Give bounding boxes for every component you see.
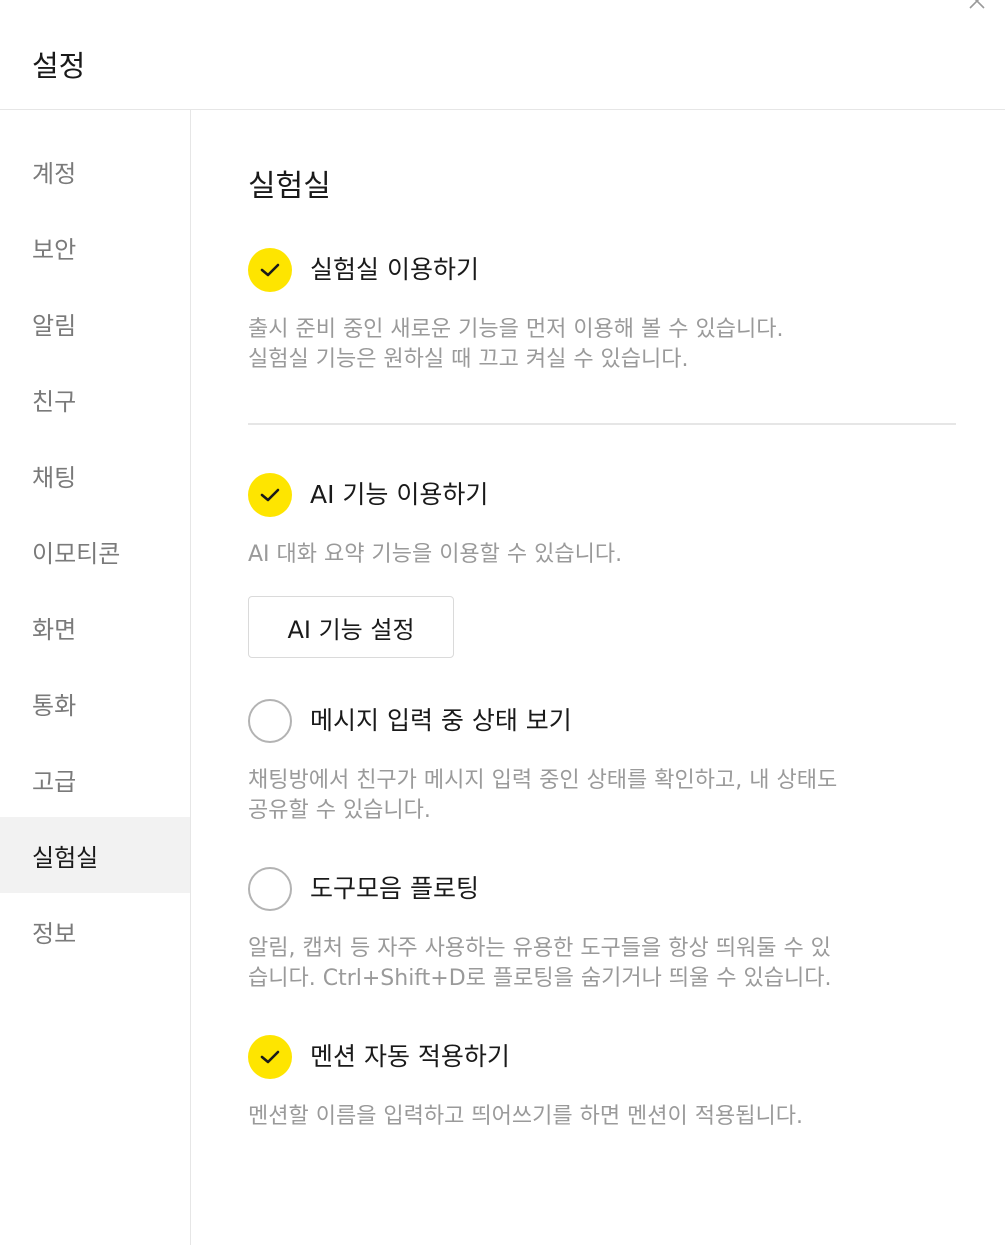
sidebar-item-chats[interactable]: 채팅 xyxy=(0,437,190,513)
typing-status-checkbox[interactable] xyxy=(248,699,292,743)
typing-status-label: 메시지 입력 중 상태 보기 xyxy=(310,706,572,735)
close-button[interactable] xyxy=(962,0,992,16)
labs-desc-line2: 실험실 기능은 원하실 때 끄고 켜실 수 있습니다. xyxy=(248,347,689,372)
window-title: 설정 xyxy=(32,49,86,83)
typing-desc-line1: 채팅방에서 친구가 메시지 입력 중인 상태를 확인하고, 내 상태도 xyxy=(248,768,838,793)
section-divider xyxy=(248,423,956,425)
ai-description: AI 대화 요약 기능을 이용할 수 있습니다. xyxy=(248,540,958,570)
sidebar-item-labs[interactable]: 실험실 xyxy=(0,817,190,893)
sidebar-item-security[interactable]: 보안 xyxy=(0,209,190,285)
mention-auto-label: 멘션 자동 적용하기 xyxy=(310,1042,510,1071)
checkmark-icon xyxy=(260,488,280,502)
typing-desc-line2: 공유할 수 있습니다. xyxy=(248,798,431,823)
toolbar-desc-line2: 습니다. Ctrl+Shift+D로 플로팅을 숨기거나 띄울 수 있습니다. xyxy=(248,966,832,991)
toolbar-floating-description: 알림, 캡처 등 자주 사용하는 유용한 도구들을 항상 띄워둘 수 있 습니다… xyxy=(248,934,958,994)
typing-status-description: 채팅방에서 친구가 메시지 입력 중인 상태를 확인하고, 내 상태도 공유할 … xyxy=(248,766,958,826)
labs-checkbox[interactable] xyxy=(248,248,292,292)
labs-description: 출시 준비 중인 새로운 기능을 먼저 이용해 볼 수 있습니다. 실험실 기능… xyxy=(248,315,958,375)
labs-label: 실험실 이용하기 xyxy=(310,255,479,284)
typing-status-toggle[interactable]: 메시지 입력 중 상태 보기 xyxy=(248,699,572,743)
toolbar-floating-checkbox[interactable] xyxy=(248,867,292,911)
ai-label: AI 기능 이용하기 xyxy=(310,480,489,509)
sidebar-item-emoticons[interactable]: 이모티콘 xyxy=(0,513,190,589)
checkmark-icon xyxy=(260,263,280,277)
sidebar-divider xyxy=(190,110,191,1245)
ai-desc-line1: AI 대화 요약 기능을 이용할 수 있습니다. xyxy=(248,542,623,567)
sidebar-item-friends[interactable]: 친구 xyxy=(0,361,190,437)
mention-auto-description: 멘션할 이름을 입력하고 띄어쓰기를 하면 멘션이 적용됩니다. xyxy=(248,1102,958,1132)
toolbar-floating-toggle[interactable]: 도구모음 플로팅 xyxy=(248,867,479,911)
mention-desc-line1: 멘션할 이름을 입력하고 띄어쓰기를 하면 멘션이 적용됩니다. xyxy=(248,1104,803,1129)
settings-window: 설정 계정 보안 알림 친구 채팅 이모티콘 화면 통화 고급 실험실 정보 실… xyxy=(0,0,1005,1245)
mention-auto-toggle[interactable]: 멘션 자동 적용하기 xyxy=(248,1035,510,1079)
toolbar-desc-line1: 알림, 캡처 등 자주 사용하는 유용한 도구들을 항상 띄워둘 수 있 xyxy=(248,936,831,961)
ai-toggle[interactable]: AI 기능 이용하기 xyxy=(248,473,488,517)
mention-auto-checkbox[interactable] xyxy=(248,1035,292,1079)
sidebar: 계정 보안 알림 친구 채팅 이모티콘 화면 통화 고급 실험실 정보 xyxy=(0,110,190,1245)
labs-toggle[interactable]: 실험실 이용하기 xyxy=(248,248,479,292)
sidebar-item-notifications[interactable]: 알림 xyxy=(0,285,190,361)
sidebar-item-display[interactable]: 화면 xyxy=(0,589,190,665)
sidebar-item-info[interactable]: 정보 xyxy=(0,893,190,969)
sidebar-item-account[interactable]: 계정 xyxy=(0,133,190,209)
toolbar-floating-label: 도구모음 플로팅 xyxy=(310,874,479,903)
page-title: 실험실 xyxy=(248,169,331,204)
close-icon xyxy=(969,0,985,9)
labs-desc-line1: 출시 준비 중인 새로운 기능을 먼저 이용해 볼 수 있습니다. xyxy=(248,317,784,342)
checkmark-icon xyxy=(260,1050,280,1064)
ai-checkbox[interactable] xyxy=(248,473,292,517)
ai-settings-button[interactable]: AI 기능 설정 xyxy=(248,596,454,658)
sidebar-item-advanced[interactable]: 고급 xyxy=(0,741,190,817)
sidebar-item-calls[interactable]: 통화 xyxy=(0,665,190,741)
